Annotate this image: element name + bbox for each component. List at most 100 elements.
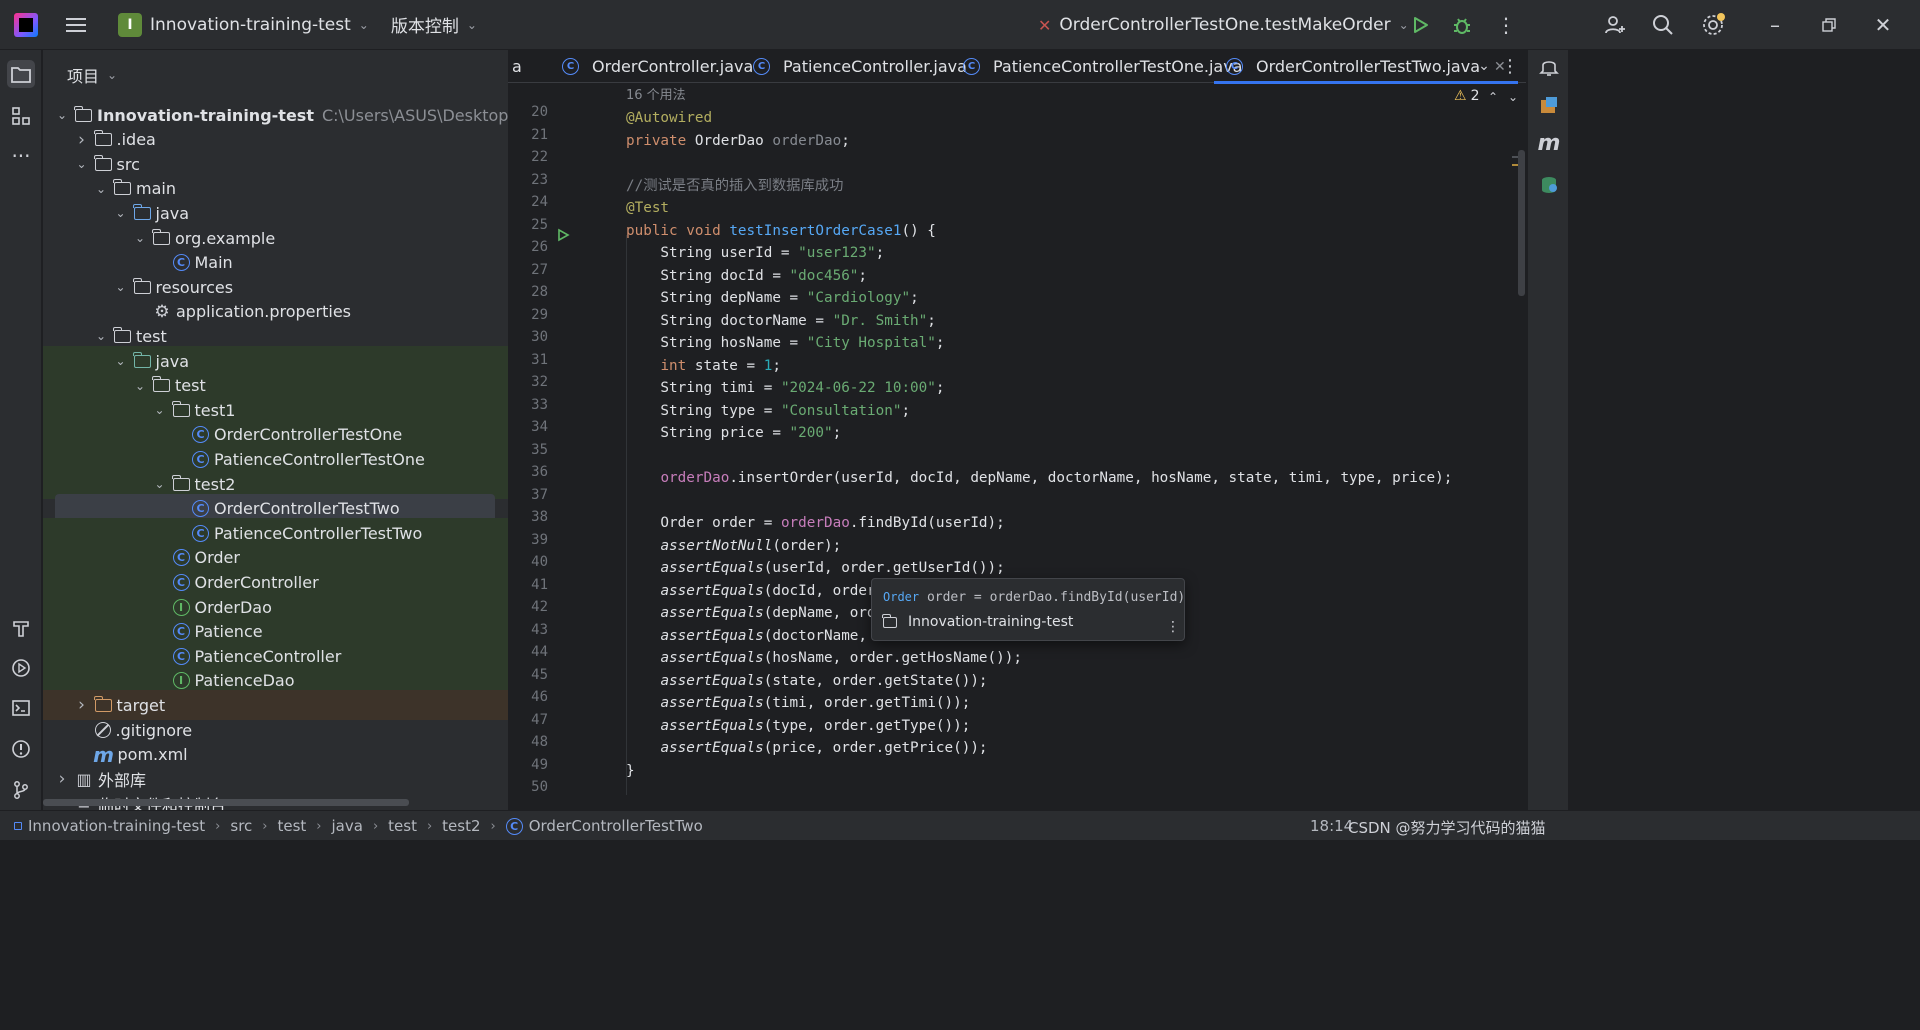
settings-gear-icon[interactable] [1700, 12, 1726, 38]
tree-item-label: OrderController [194, 572, 319, 592]
package-icon [152, 376, 170, 393]
line-number: 33 [531, 396, 548, 413]
tab-label: OrderController.java [592, 57, 754, 76]
code-token: ; [910, 290, 919, 306]
build-hammer-icon[interactable] [7, 614, 35, 642]
chevron-down-icon[interactable]: ⌄ [94, 329, 108, 343]
previous-highlight-icon[interactable]: ⌃ [1488, 90, 1498, 104]
popup-project-name: Innovation-training-test [908, 614, 1074, 630]
plugin-cube-icon[interactable] [1536, 92, 1562, 118]
tree-item-label: test [136, 326, 167, 346]
line-number: 39 [531, 531, 548, 548]
chevron-down-icon: ⌄ [358, 17, 369, 32]
debug-icon[interactable] [1450, 13, 1474, 37]
chevron-down-icon[interactable]: ⌄ [153, 403, 167, 417]
project-tool-icon[interactable] [7, 60, 35, 88]
class-icon: C [192, 450, 209, 468]
settings-file-icon: ⚙ [154, 301, 170, 322]
more-actions-icon[interactable]: ⋮ [1494, 13, 1518, 37]
breadcrumb-item[interactable]: java [332, 817, 363, 835]
code-line: assertEquals(userId, order.getUserId()); [626, 557, 1004, 579]
caret-position[interactable]: 18:14 [1310, 817, 1353, 835]
structure-tool-icon[interactable] [7, 102, 35, 130]
chevron-down-icon[interactable]: ⌄ [55, 108, 69, 122]
terminal-icon[interactable] [7, 694, 35, 722]
module-folder-icon [74, 105, 92, 122]
breadcrumb-item[interactable]: test [277, 817, 306, 835]
restore-icon[interactable] [1816, 12, 1842, 38]
chevron-down-icon[interactable]: ⌄ [114, 354, 128, 368]
code-token: "Dr. Smith" [832, 312, 928, 329]
code-token: "200" [789, 425, 833, 441]
tab-order-controller[interactable]: C OrderController.java [562, 50, 753, 83]
chevron-down-icon[interactable]: ⌄ [133, 379, 147, 393]
tab-list-chevron-icon[interactable]: ⌄ [1474, 56, 1494, 76]
tab-more-icon[interactable]: ⋮ [1500, 56, 1520, 77]
maven-icon[interactable]: m [1536, 130, 1562, 156]
project-switcher[interactable]: I Innovation-training-test ⌄ [110, 9, 377, 41]
problems-icon[interactable] [7, 735, 35, 763]
chevron-down-icon[interactable]: ⌄ [114, 280, 128, 294]
tab-partial[interactable]: a [512, 50, 522, 83]
popup-more-icon[interactable]: ⋮ [1166, 619, 1180, 635]
code-token: ; [832, 425, 842, 441]
breadcrumb-item[interactable]: Innovation-training-test [28, 817, 205, 835]
code-token: String doctorName = [626, 312, 833, 329]
chevron-right-icon[interactable]: › [75, 695, 89, 715]
code-line: } [626, 760, 635, 782]
code-token: state = [694, 357, 764, 374]
code-line: assertEquals(docId, order. [626, 580, 884, 602]
chevron-down-icon[interactable]: ⌄ [94, 182, 108, 196]
add-user-icon[interactable] [1602, 12, 1628, 38]
background-area [0, 840, 1920, 1030]
code-usages-hint[interactable]: 16 个用法 [626, 85, 686, 107]
maven-file-icon: m [93, 742, 114, 767]
breadcrumb-item[interactable]: src [230, 817, 252, 835]
next-highlight-icon[interactable]: ⌄ [1508, 90, 1518, 104]
chevron-down-icon[interactable]: ⌄ [114, 206, 128, 220]
chevron-right-icon: › [426, 818, 433, 834]
search-icon[interactable] [1650, 12, 1676, 38]
class-icon: C [1226, 58, 1243, 75]
run-icon[interactable] [1408, 13, 1432, 37]
tab-patience-controller[interactable]: C PatienceController.java [753, 50, 967, 83]
tree-horizontal-scrollbar[interactable] [43, 799, 409, 806]
code-line: String doctorName = "Dr. Smith"; [626, 310, 935, 332]
run-configuration-selector[interactable]: ✕ OrderControllerTestOne.testMakeOrder ⌄ [1038, 0, 1409, 50]
breadcrumb-item[interactable]: OrderControllerTestTwo [529, 817, 703, 835]
breadcrumb-item[interactable]: test2 [442, 817, 480, 835]
line-number: 26 [531, 239, 548, 255]
close-window-icon[interactable]: ✕ [1870, 12, 1896, 38]
minimize-icon[interactable]: – [1762, 12, 1788, 38]
tab-patience-controller-test-one[interactable]: C PatienceControllerTestOne.java [963, 50, 1242, 83]
run-test-gutter-icon[interactable] [556, 228, 570, 242]
services-icon[interactable] [7, 654, 35, 682]
breadcrumb-item[interactable]: test [388, 817, 417, 835]
popup-project[interactable]: Innovation-training-test [882, 613, 1074, 630]
database-icon[interactable] [1536, 172, 1562, 198]
chevron-right-icon[interactable]: › [75, 130, 89, 150]
chevron-down-icon[interactable]: ⌄ [153, 477, 167, 491]
chevron-right-icon[interactable]: › [55, 769, 69, 789]
code-line: assertNotNull(order); [626, 535, 841, 557]
code-line: assertEquals(type, order.getType()); [626, 715, 970, 737]
git-branch-icon[interactable] [7, 776, 35, 804]
notifications-bell-icon[interactable] [1536, 54, 1562, 80]
code-token: OrderDao [694, 132, 773, 149]
ide-logo-icon[interactable] [14, 12, 38, 37]
line-number: 22 [531, 149, 548, 165]
chevron-down-icon[interactable]: ⌄ [133, 231, 147, 245]
main-menu-icon[interactable] [64, 13, 88, 37]
chevron-down-icon[interactable]: ⌄ [75, 157, 89, 171]
inspection-widget[interactable]: ⚠ 2 [1454, 88, 1479, 104]
editor-vertical-scrollbar[interactable] [1518, 150, 1525, 296]
class-icon: C [192, 524, 209, 542]
code-token: String docId = [626, 267, 790, 284]
more-tools-icon[interactable]: ··· [7, 142, 35, 170]
tab-order-controller-test-two[interactable]: C OrderControllerTestTwo.java ✕ [1214, 50, 1518, 84]
code-token: String price = [626, 425, 790, 441]
vcs-menu[interactable]: 版本控制 ⌄ [391, 12, 477, 37]
